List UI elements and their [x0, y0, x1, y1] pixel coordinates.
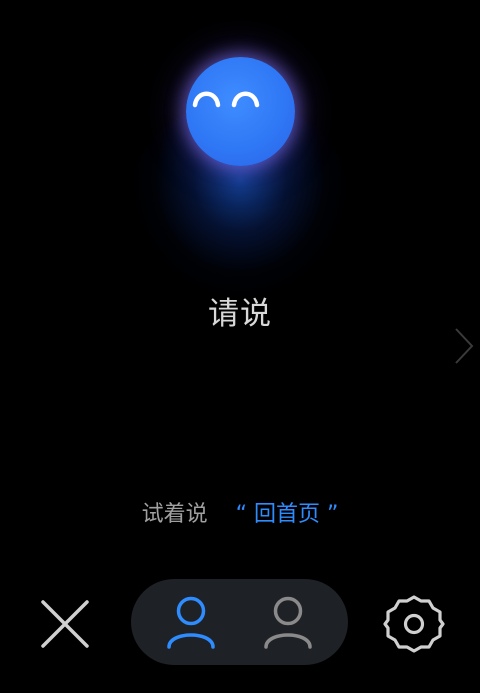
assistant-avatar: [186, 57, 295, 166]
user-icon[interactable]: [161, 591, 221, 653]
hint-close-quote: ”: [327, 502, 339, 527]
voice-assistant-screen: 请说 试着说 “ 回首页 ”: [0, 0, 480, 693]
user-icon[interactable]: [258, 591, 318, 653]
suggestion-hint: 试着说 “ 回首页 ”: [0, 496, 480, 528]
hint-prefix: 试着说: [141, 502, 208, 527]
close-icon[interactable]: [38, 597, 92, 651]
listening-prompt: 请说: [208, 296, 272, 332]
suggested-command[interactable]: 回首页: [254, 502, 320, 527]
chevron-right-icon[interactable]: [452, 326, 476, 366]
smiling-face-icon: [192, 91, 260, 108]
gear-icon[interactable]: [383, 593, 445, 655]
hint-open-quote: “: [235, 502, 247, 527]
